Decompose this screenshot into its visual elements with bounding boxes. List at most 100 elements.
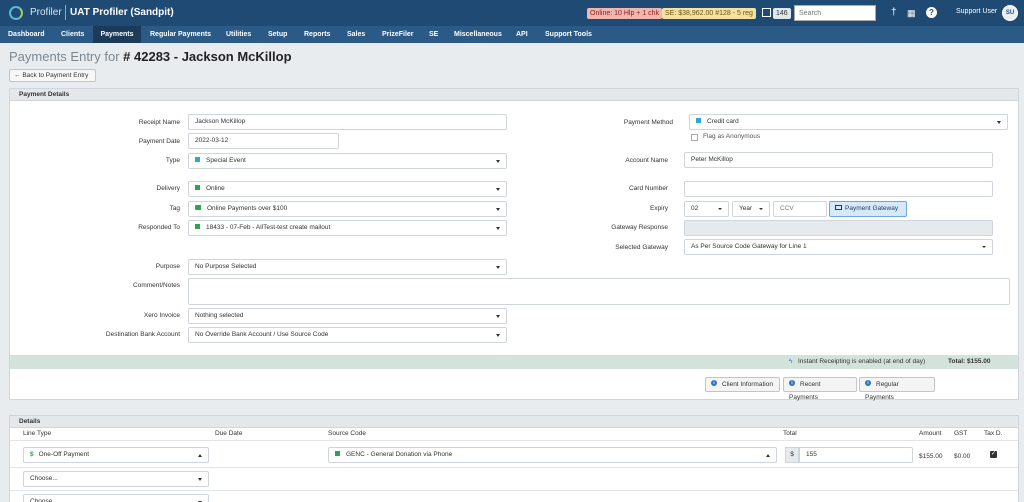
tag-select[interactable]: Online Payments over $100 xyxy=(188,201,507,217)
info-icon: i xyxy=(789,380,795,387)
responded-to-color-icon xyxy=(195,223,200,229)
menu-support-tools[interactable]: Support Tools xyxy=(541,26,596,43)
responded-to-select[interactable]: 18433 - 07-Feb - AllTest-test create mai… xyxy=(188,220,507,236)
info-icon: i xyxy=(711,380,717,387)
lightning-icon: ϟ xyxy=(789,358,793,365)
source-code-value: GENC - General Donation via Phone xyxy=(346,451,453,458)
expiry-month-select[interactable]: 02 xyxy=(684,201,729,217)
purpose-value: No Purpose Selected xyxy=(195,263,257,270)
card-number-label: Card Number xyxy=(628,185,668,192)
chevron-down-icon xyxy=(982,246,986,248)
menu-se[interactable]: SE xyxy=(425,26,442,43)
type-label: Type xyxy=(165,157,180,164)
type-color-icon xyxy=(195,156,200,162)
page-title: Payments Entry for # 42283 - Jackson McK… xyxy=(9,49,292,64)
ccv-input[interactable]: CCV xyxy=(773,201,827,217)
main-menu: Dashboard Clients Payments Regular Payme… xyxy=(0,26,1024,43)
online-status-badge[interactable]: Online: 10 Hlp + 1 chk xyxy=(587,8,663,19)
currency-prefix: $ xyxy=(785,447,799,463)
tax-deductible-checkbox[interactable]: ✓ xyxy=(990,451,997,458)
source-code-header: Source Code xyxy=(328,430,366,437)
expiry-year-select[interactable]: Year xyxy=(732,201,770,217)
gateway-response-input xyxy=(684,220,993,236)
status-bar: ϟ Instant Receipting is enabled (at end … xyxy=(10,355,1018,369)
destination-bank-label: Destination Bank Account xyxy=(105,331,180,338)
recent-payments-button[interactable]: i Recent Payments xyxy=(783,377,857,401)
gateway-response-label: Gateway Response xyxy=(611,224,668,231)
menu-utilities[interactable]: Utilities xyxy=(222,26,255,43)
payment-gateway-button-label: Payment Gateway xyxy=(845,205,899,212)
arrow-left-icon: ← xyxy=(14,72,21,79)
payment-method-label: Payment Method xyxy=(623,119,673,126)
receipt-name-input[interactable]: Jackson McKillop xyxy=(188,114,507,130)
chevron-down-icon xyxy=(759,208,763,210)
xero-invoice-label: Xero Invoice xyxy=(143,312,180,319)
line-total-input[interactable]: 155 xyxy=(799,447,913,463)
user-name[interactable]: Support User xyxy=(956,8,997,15)
menu-setup[interactable]: Setup xyxy=(264,26,291,43)
header-divider xyxy=(10,440,1018,441)
expiry-month-value: 02 xyxy=(691,205,699,212)
delivery-select[interactable]: Online xyxy=(188,181,507,197)
queue-icon[interactable] xyxy=(762,8,771,17)
line-type-select-2[interactable]: Choose... xyxy=(23,471,209,487)
chevron-down-icon xyxy=(496,160,500,163)
chevron-up-icon xyxy=(198,454,202,457)
regular-payments-button[interactable]: i Regular Payments xyxy=(859,377,935,401)
payment-gateway-button[interactable]: Payment Gateway xyxy=(829,201,907,217)
xero-invoice-value: Nothing selected xyxy=(195,312,244,319)
menu-reports[interactable]: Reports xyxy=(300,26,334,43)
credit-card-color-icon xyxy=(696,117,701,123)
gst-header: GST xyxy=(954,430,968,437)
menu-prizefiler[interactable]: PrizeFiler xyxy=(378,26,418,43)
total-header: Total xyxy=(783,430,797,437)
payment-method-select[interactable]: Credit card xyxy=(689,114,1008,130)
back-button[interactable]: ← Back to Payment Entry xyxy=(9,69,96,82)
brand-name[interactable]: Profiler xyxy=(30,7,62,18)
chevron-down-icon xyxy=(496,188,500,191)
chevron-down-icon xyxy=(718,208,722,210)
pin-icon[interactable]: † xyxy=(891,7,897,19)
comment-textarea[interactable] xyxy=(188,278,1010,305)
search-input[interactable] xyxy=(794,5,876,21)
card-number-input[interactable] xyxy=(684,181,993,197)
type-select[interactable]: Special Event xyxy=(188,153,507,169)
payment-date-input[interactable]: 2022-03-12 xyxy=(188,133,339,149)
menu-api[interactable]: API xyxy=(512,26,532,43)
menu-regular-payments[interactable]: Regular Payments xyxy=(146,26,215,43)
menu-miscellaneous[interactable]: Miscellaneous xyxy=(450,26,506,43)
client-information-button[interactable]: i Client Information xyxy=(705,377,780,392)
info-icon: i xyxy=(865,380,871,387)
menu-clients[interactable]: Clients xyxy=(57,26,88,43)
calendar-icon[interactable]: ▦ xyxy=(907,7,916,19)
queue-count-badge[interactable]: 146 xyxy=(773,8,791,19)
purpose-select[interactable]: No Purpose Selected xyxy=(188,259,507,275)
instant-receipting-text: Instant Receipting is enabled (at end of… xyxy=(798,358,926,365)
line-type-select-3[interactable]: Choose... xyxy=(23,494,209,502)
account-name-input[interactable]: Peter McKillop xyxy=(684,152,993,168)
destination-bank-select[interactable]: No Override Bank Account / Use Source Co… xyxy=(188,327,507,343)
xero-invoice-select[interactable]: Nothing selected xyxy=(188,308,507,324)
profiler-logo-icon[interactable] xyxy=(9,6,23,20)
help-icon[interactable]: ? xyxy=(926,7,937,18)
chevron-down-icon xyxy=(997,121,1001,124)
se-status-badge[interactable]: SE: $38,962.00 #128 - 5 reg xyxy=(662,8,756,19)
tag-value: Online Payments over $100 xyxy=(207,205,288,212)
menu-payments[interactable]: Payments xyxy=(93,26,141,43)
source-code-select[interactable]: GENC - General Donation via Phone xyxy=(328,447,777,463)
credit-card-icon xyxy=(835,204,842,210)
flag-anonymous-checkbox[interactable] xyxy=(691,134,698,141)
payment-details-heading: Payment Details xyxy=(10,89,1018,101)
selected-gateway-label: Selected Gateway xyxy=(615,244,668,251)
receipt-name-label: Receipt Name xyxy=(138,119,180,126)
selected-gateway-select[interactable]: As Per Source Code Gateway for Line 1 xyxy=(684,239,993,255)
menu-dashboard[interactable]: Dashboard xyxy=(4,26,49,43)
payment-date-label: Payment Date xyxy=(138,138,180,145)
line-type-select[interactable]: $ One-Off Payment xyxy=(23,447,209,463)
row-divider xyxy=(10,467,1018,468)
avatar[interactable]: SU xyxy=(1002,5,1018,21)
menu-sales[interactable]: Sales xyxy=(343,26,369,43)
line-type-placeholder: Choose... xyxy=(30,475,58,482)
page-title-record: # 42283 - Jackson McKillop xyxy=(123,49,292,64)
flag-anonymous-label[interactable]: Flag as Anonymous xyxy=(703,133,760,140)
